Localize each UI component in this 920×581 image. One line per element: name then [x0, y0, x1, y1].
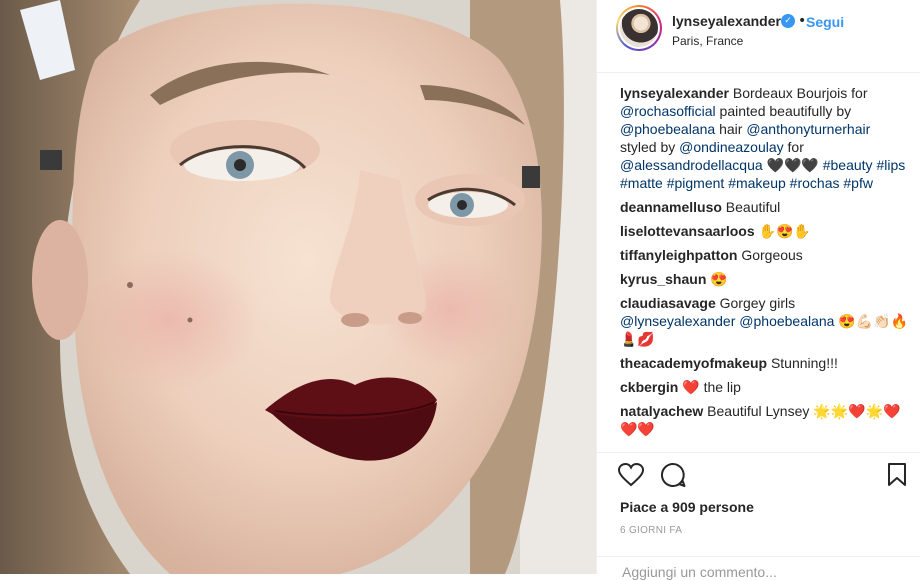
- comment-username[interactable]: natalyachew: [620, 403, 703, 419]
- comment-input[interactable]: [620, 563, 904, 581]
- comment-text: ❤️ the lip: [678, 379, 741, 395]
- add-comment-bar: [597, 556, 920, 581]
- comments-list[interactable]: lynseyalexander Bordeaux Bourjois for @r…: [620, 84, 910, 452]
- caption: lynseyalexander Bordeaux Bourjois for @r…: [620, 84, 910, 192]
- bookmark-icon[interactable]: [887, 463, 907, 491]
- comment-text: hair: [715, 121, 747, 137]
- comment-item: deannamelluso Beautiful: [620, 198, 910, 216]
- comment-username[interactable]: liselottevansaarloos: [620, 223, 755, 239]
- comment-item: liselottevansaarloos ✋😍✋: [620, 222, 910, 240]
- comment-text: for: [783, 139, 804, 155]
- comment-username[interactable]: kyrus_shaun: [620, 271, 706, 287]
- mention-link[interactable]: #makeup: [728, 175, 786, 191]
- mention-link[interactable]: #rochas: [790, 175, 840, 191]
- comment-text: Beautiful: [721, 199, 781, 215]
- comment-username[interactable]: deannamelluso: [620, 199, 722, 215]
- post-location[interactable]: Paris, France: [672, 34, 743, 48]
- comment-text: Stunning!!!: [767, 355, 838, 371]
- post-actions: Piace a 909 persone 6 GIORNI FA: [597, 452, 920, 581]
- comment-username[interactable]: claudiasavage: [620, 295, 716, 311]
- post-username[interactable]: lynseyalexander: [672, 13, 781, 29]
- avatar-image: [620, 9, 658, 47]
- mention-link[interactable]: #pigment: [667, 175, 725, 191]
- comment-text: Bordeaux Bourjois for: [728, 85, 868, 101]
- likes-count[interactable]: Piace a 909 persone: [620, 499, 754, 515]
- comment-username[interactable]: theacademyofmakeup: [620, 355, 767, 371]
- follow-button[interactable]: Segui: [806, 14, 844, 30]
- comment-text: painted beautifully by: [715, 103, 852, 119]
- post-photo: [0, 0, 596, 574]
- avatar[interactable]: [616, 5, 662, 51]
- comment-thread: deannamelluso Beautiful liselottevansaarl…: [620, 198, 910, 438]
- comment-icon[interactable]: [660, 462, 686, 492]
- comment-username[interactable]: tiffanyleighpatton: [620, 247, 737, 263]
- comment-text: Gorgeous: [737, 247, 803, 263]
- mention-link[interactable]: @lynseyalexander: [620, 313, 735, 329]
- mention-link[interactable]: @phoebealana: [739, 313, 834, 329]
- comment-text: ✋😍✋: [754, 223, 811, 239]
- mention-link[interactable]: #pfw: [843, 175, 873, 191]
- comment-text: Gorgey girls: [715, 295, 796, 311]
- mention-link[interactable]: #matte: [620, 175, 663, 191]
- mention-link[interactable]: @anthonyturnerhair: [746, 121, 870, 137]
- comment-item: claudiasavage Gorgey girls @lynseyalexan…: [620, 294, 910, 348]
- comment-item: theacademyofmakeup Stunning!!!: [620, 354, 910, 372]
- mention-link[interactable]: @ondineazoulay: [679, 139, 784, 155]
- post-details-panel: lynseyalexander ✓ • Segui Paris, France …: [596, 0, 920, 581]
- mention-link[interactable]: #lips: [876, 157, 905, 173]
- mention-link[interactable]: @alessandrodellacqua: [620, 157, 763, 173]
- post-header: lynseyalexander ✓ • Segui Paris, France: [597, 0, 920, 73]
- post-timestamp[interactable]: 6 GIORNI FA: [620, 525, 682, 536]
- comment-text: styled by: [620, 139, 680, 155]
- mention-link[interactable]: @rochasofficial: [620, 103, 716, 119]
- comment-item: tiffanyleighpatton Gorgeous: [620, 246, 910, 264]
- verified-badge-icon: ✓: [781, 14, 795, 28]
- comment-text: 🖤🖤🖤: [762, 157, 823, 173]
- caption-username[interactable]: lynseyalexander: [620, 85, 729, 101]
- comment-text: 😍: [706, 271, 728, 287]
- comment-item: ckbergin ❤️ the lip: [620, 378, 910, 396]
- comment-username[interactable]: ckbergin: [620, 379, 678, 395]
- mention-link[interactable]: @phoebealana: [620, 121, 715, 137]
- heart-icon[interactable]: [617, 462, 645, 491]
- face-illustration: [0, 0, 596, 574]
- comment-item: natalyachew Beautiful Lynsey 🌟🌟❤️🌟❤️❤️❤️: [620, 402, 910, 438]
- mention-link[interactable]: #beauty: [823, 157, 873, 173]
- comment-item: kyrus_shaun 😍: [620, 270, 910, 288]
